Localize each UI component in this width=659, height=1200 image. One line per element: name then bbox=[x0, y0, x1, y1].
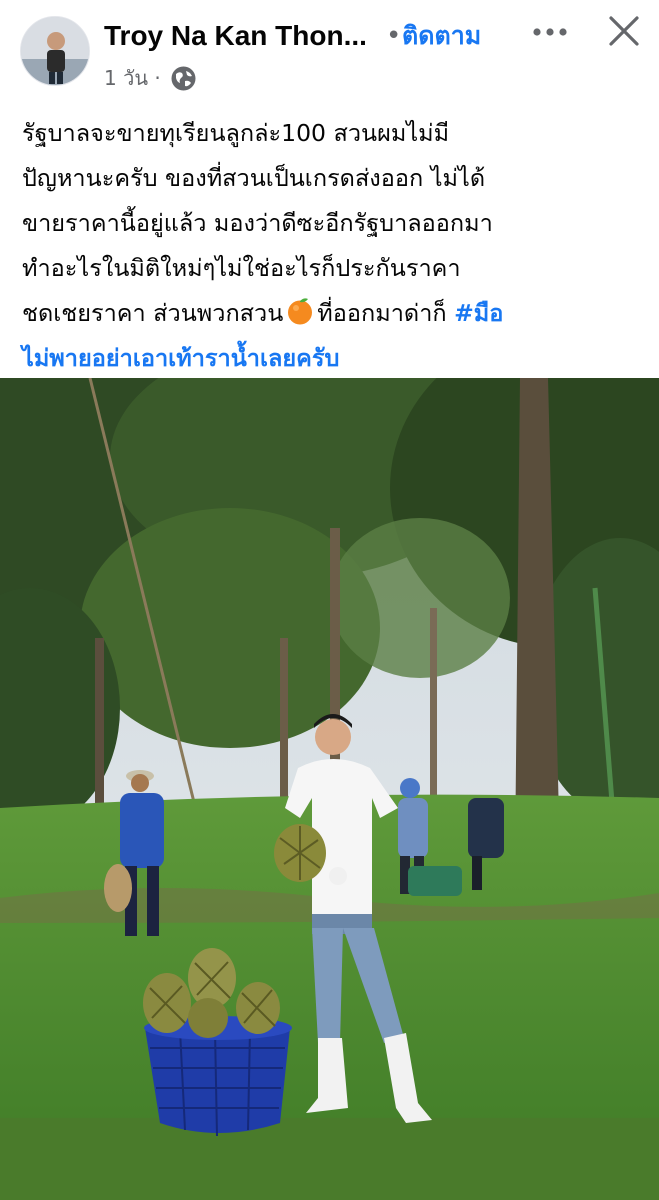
post-photo[interactable] bbox=[0, 378, 659, 1200]
hashtag-link[interactable]: #มือ bbox=[454, 299, 503, 327]
post-text-line: ทำอะไรในมิติใหม่ๆไม่ใช่อะไรก็ประกันราคา bbox=[22, 254, 461, 282]
follow-button[interactable]: ติดตาม bbox=[402, 16, 481, 56]
author-name[interactable]: Troy Na Kan Thon... bbox=[104, 16, 384, 56]
orange-emoji-icon bbox=[285, 296, 315, 326]
globe-public-icon bbox=[170, 65, 197, 92]
author-avatar[interactable] bbox=[20, 16, 90, 86]
name-separator: • bbox=[386, 21, 402, 51]
post-timestamp[interactable]: 1 วัน · bbox=[104, 62, 161, 94]
hashtag-link-continued[interactable]: ไม่พายอย่าเอาเท้าราน้ำเลยครับ bbox=[22, 344, 339, 372]
post-text-line: ชดเชยราคา ส่วนพวกสวน ที่ออกมาด่าก็ #มือ bbox=[22, 291, 637, 336]
post-header: Troy Na Kan Thon... • ติดตาม 1 วัน · bbox=[0, 0, 659, 100]
post-text-line: ปัญหานะครับ ของที่สวนเป็นเกรดส่งออก ไม่ไ… bbox=[22, 164, 486, 192]
close-icon[interactable] bbox=[607, 14, 641, 48]
post-body-text: รัฐบาลจะขายทุเรียนลูกล่ะ100 สวนผมไม่มี ป… bbox=[22, 111, 637, 381]
post-text-segment: ชดเชยราคา ส่วนพวกสวน bbox=[22, 299, 284, 327]
post-text-line: รัฐบาลจะขายทุเรียนลูกล่ะ100 สวนผมไม่มี bbox=[22, 119, 450, 147]
post-text-segment: ที่ออกมาด่าก็ bbox=[317, 299, 455, 327]
more-horizontal-icon[interactable] bbox=[530, 22, 570, 42]
post-text-line: ขายราคานี้อยู่แล้ว มองว่าดีซะอีกรัฐบาลออ… bbox=[22, 209, 493, 237]
post-text-line: ไม่พายอย่าเอาเท้าราน้ำเลยครับ bbox=[22, 336, 637, 381]
